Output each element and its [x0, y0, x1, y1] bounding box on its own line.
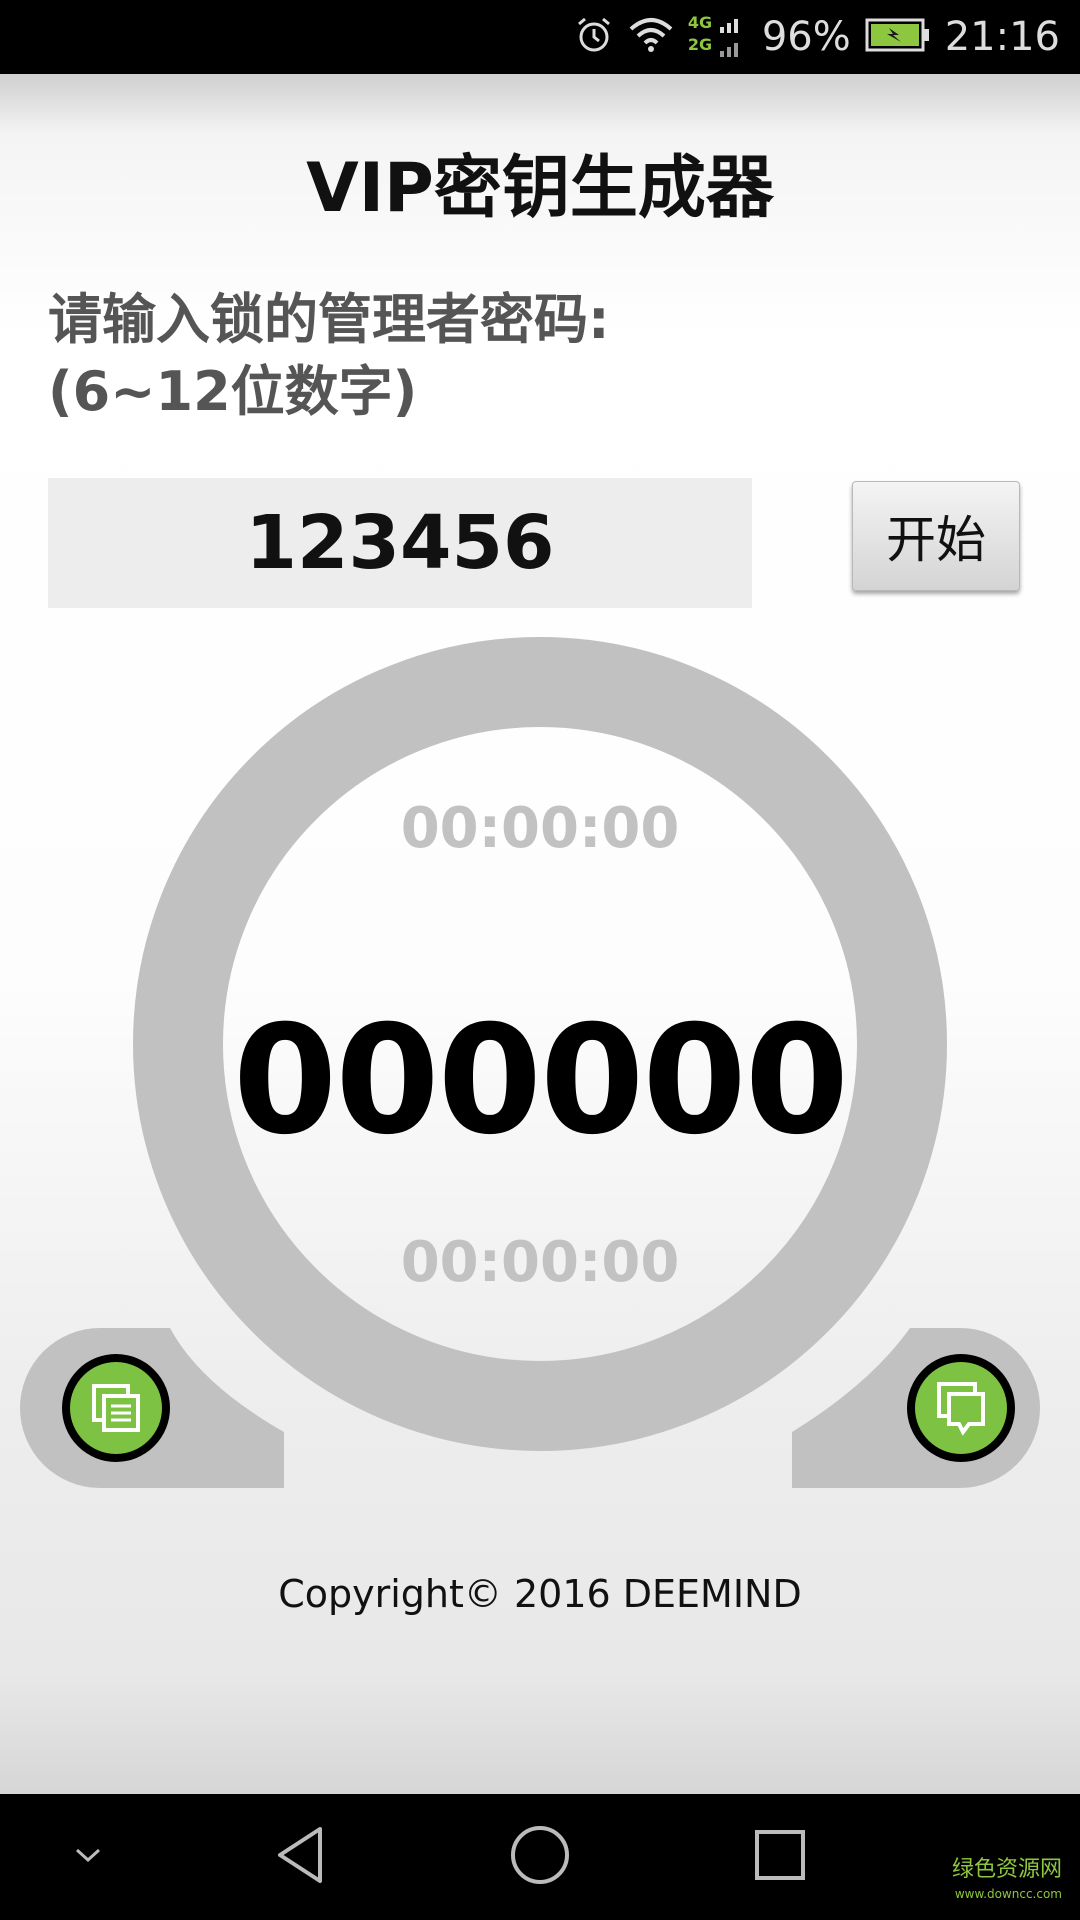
generated-code: 000000 — [232, 994, 849, 1168]
hide-nav-button[interactable] — [58, 1794, 118, 1920]
chevron-down-icon — [73, 1845, 103, 1869]
watermark-url: www.downcc.com — [954, 1887, 1062, 1901]
copy-list-icon — [70, 1362, 162, 1454]
battery-percent: 96% — [761, 14, 851, 60]
status-bar: 4G 2G 96% 21:16 — [0, 0, 1080, 74]
share-button[interactable] — [907, 1354, 1015, 1462]
battery-icon — [865, 17, 931, 57]
elapsed-time-top: 00:00:00 — [400, 796, 680, 861]
app-content: VIP密钥生成器 请输入锁的管理者密码: (6~12位数字) 开始 00:00:… — [0, 74, 1080, 1794]
elapsed-time-bottom: 00:00:00 — [400, 1230, 680, 1295]
copyright-text: Copyright© 2016 DEEMIND — [278, 1572, 802, 1616]
signal-icon: 4G 2G — [688, 7, 748, 67]
navigation-bar: 绿色资源网 www.downcc.com — [0, 1794, 1080, 1920]
status-icons: 4G 2G 96% 21:16 — [574, 0, 1060, 74]
back-icon — [272, 1825, 328, 1889]
alarm-icon — [574, 15, 614, 59]
recents-button[interactable] — [730, 1794, 830, 1920]
watermark-text: 绿色资源网 — [951, 1857, 1062, 1882]
wifi-icon — [628, 15, 674, 59]
recents-icon — [753, 1828, 807, 1886]
home-icon — [509, 1824, 571, 1890]
home-button[interactable] — [490, 1794, 590, 1920]
clock: 21:16 — [944, 14, 1060, 60]
chat-copy-icon — [915, 1362, 1007, 1454]
back-button[interactable] — [250, 1794, 350, 1920]
copy-button[interactable] — [62, 1354, 170, 1462]
watermark: 绿色资源网 www.downcc.com — [952, 1858, 1062, 1906]
dial-ring — [20, 637, 1040, 1488]
